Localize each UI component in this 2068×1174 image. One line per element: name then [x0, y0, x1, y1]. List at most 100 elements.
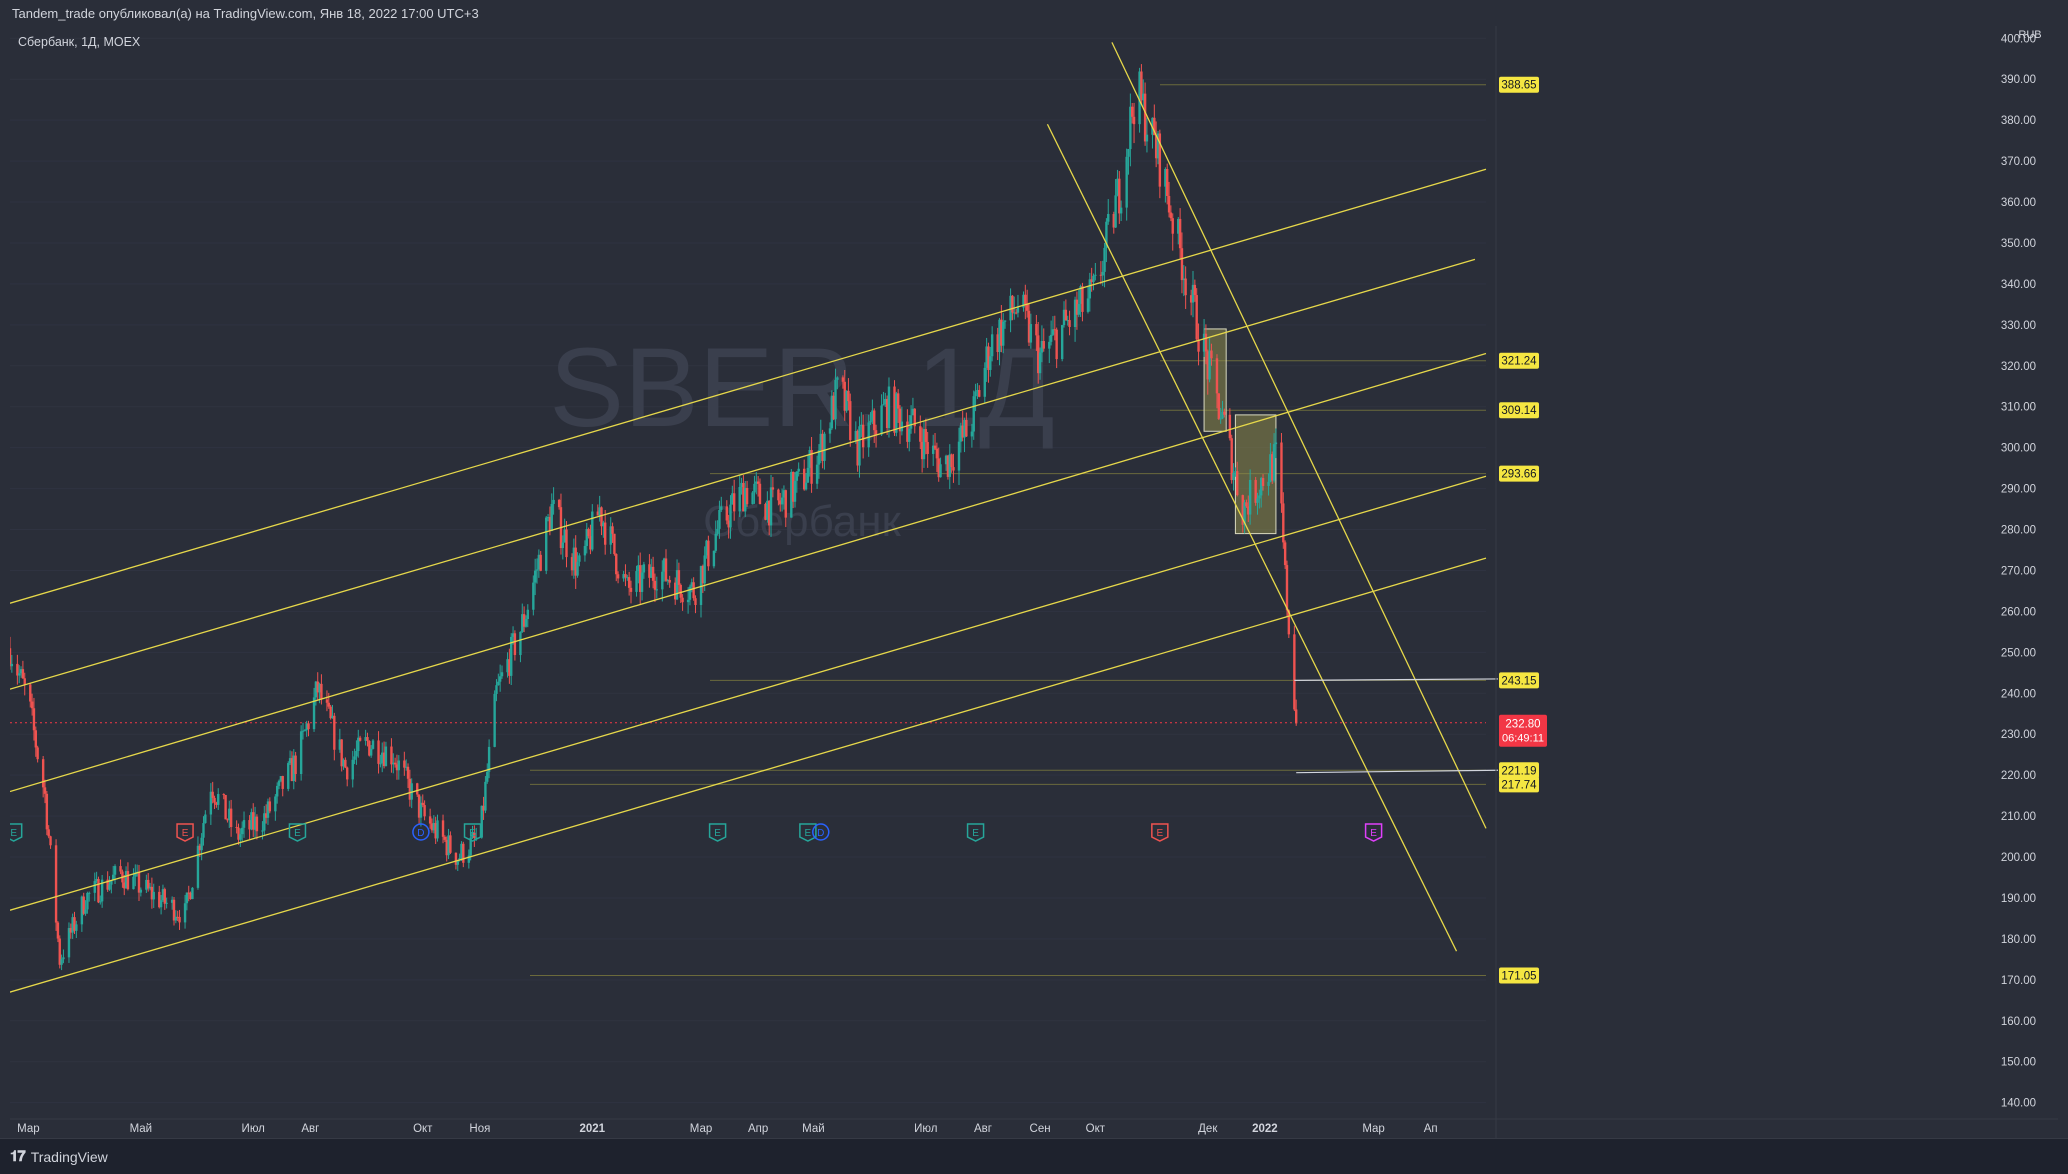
candle-body — [10, 648, 12, 667]
candle-body — [694, 598, 697, 605]
candle-body — [849, 401, 852, 441]
time-tick-label: Июл — [914, 1123, 937, 1135]
candle-body — [1167, 195, 1171, 213]
level-label: 321.24 — [1501, 356, 1537, 368]
candle-body — [281, 776, 284, 789]
candle-body — [729, 504, 732, 528]
candle-body — [756, 481, 760, 484]
price-tick-label: 360.00 — [2001, 197, 2036, 209]
candle-body — [358, 737, 362, 741]
candle-body — [41, 759, 45, 788]
candle-body — [113, 866, 117, 875]
candle-body — [873, 410, 876, 431]
event-marker[interactable]: E — [288, 823, 307, 842]
price-axis: RUB140.00150.00160.00170.00180.00190.002… — [1495, 26, 2042, 1138]
candle-body — [1267, 481, 1270, 486]
symbol-legend[interactable]: Сбербанк, 1Д, MOEX — [18, 35, 140, 49]
candle-body — [793, 480, 797, 502]
candle-body — [924, 429, 928, 443]
candle-body — [1280, 442, 1283, 504]
candle-body — [1184, 278, 1187, 296]
candle-body — [1258, 495, 1261, 499]
candle-body — [126, 871, 130, 890]
candle-body — [1223, 411, 1226, 415]
candle-body — [344, 759, 347, 768]
candle-body — [935, 448, 939, 459]
time-tick-label: Окт — [1086, 1123, 1106, 1135]
candle-body — [624, 574, 627, 578]
candle-body — [557, 499, 561, 508]
candle-body — [1127, 149, 1130, 157]
event-marker[interactable]: E — [708, 823, 727, 842]
candle-body — [1081, 286, 1084, 312]
price-chart[interactable]: SBER, 1Д Сбербанк EEEDEEEDEEE RUB140.001… — [10, 26, 2058, 1138]
candle-body — [497, 681, 500, 686]
event-marker[interactable]: E — [1151, 823, 1169, 842]
countdown-label: 06:49:11 — [1502, 733, 1544, 745]
candle-body — [30, 701, 34, 709]
candle-body — [1068, 320, 1071, 327]
candle-body — [974, 391, 977, 397]
candle-body — [47, 829, 50, 837]
candle-body — [1217, 393, 1221, 420]
candle-body — [933, 445, 937, 449]
candle-body — [1210, 350, 1213, 359]
price-tick-label: 380.00 — [2001, 115, 2036, 127]
price-tick-label: 300.00 — [2001, 443, 2036, 455]
candle-body — [1088, 279, 1092, 299]
candle-body — [62, 957, 65, 960]
time-tick-label: Дек — [1198, 1123, 1218, 1135]
candle-body — [550, 503, 553, 531]
candle-body — [1245, 502, 1248, 507]
candle-body — [255, 816, 259, 832]
candle-body — [1125, 156, 1128, 208]
candle-body — [919, 426, 922, 442]
event-marker[interactable]: E — [1364, 823, 1383, 842]
candle-body — [578, 555, 581, 562]
candle-body — [725, 506, 729, 521]
candle-body — [867, 422, 870, 448]
price-tick-label: 350.00 — [2001, 238, 2036, 250]
candle-body — [443, 836, 447, 840]
event-marker-label: E — [714, 828, 721, 839]
candle-body — [874, 430, 878, 435]
event-marker[interactable]: E — [176, 823, 194, 842]
candle-body — [806, 467, 810, 483]
candle-body — [86, 893, 89, 910]
candle-body — [1011, 295, 1014, 313]
candle-body — [828, 428, 832, 434]
candle-body — [185, 892, 189, 904]
candle-body — [224, 794, 227, 820]
candle-body — [784, 490, 787, 518]
candle-body — [887, 386, 891, 429]
candle-body — [325, 699, 329, 703]
price-tick-label: 170.00 — [2001, 975, 2036, 987]
event-marker[interactable]: E — [10, 823, 23, 842]
chart-area[interactable]: SBER, 1Д Сбербанк EEEDEEEDEEE RUB 140.00 1… — [10, 26, 2058, 1138]
candle-body — [371, 740, 375, 749]
candle-body — [834, 379, 837, 420]
candle-body — [211, 791, 214, 798]
candle-body — [484, 781, 487, 811]
level-label: 217.74 — [1501, 779, 1537, 791]
candle-body — [274, 796, 277, 812]
tradingview-brand[interactable]: 𝟏𝟕 TradingView — [10, 1148, 108, 1165]
price-tick-label: 280.00 — [2001, 525, 2036, 537]
time-tick-label: Май — [802, 1123, 825, 1135]
candle-body — [753, 483, 756, 493]
candle-body — [393, 762, 397, 765]
event-marker[interactable]: E — [966, 823, 985, 842]
candle-body — [84, 909, 87, 914]
candle-body — [526, 609, 529, 620]
candle-body — [462, 843, 465, 863]
candle-body — [23, 678, 26, 685]
price-tick-label: 330.00 — [2001, 320, 2036, 332]
candle-body — [45, 793, 49, 830]
candle-body — [965, 419, 968, 437]
candle-body — [353, 756, 356, 760]
candle-body — [152, 891, 155, 900]
candle-body — [351, 759, 354, 780]
candle-body — [1094, 274, 1097, 276]
event-marker-label: E — [1157, 828, 1164, 839]
candle-body — [970, 431, 974, 437]
